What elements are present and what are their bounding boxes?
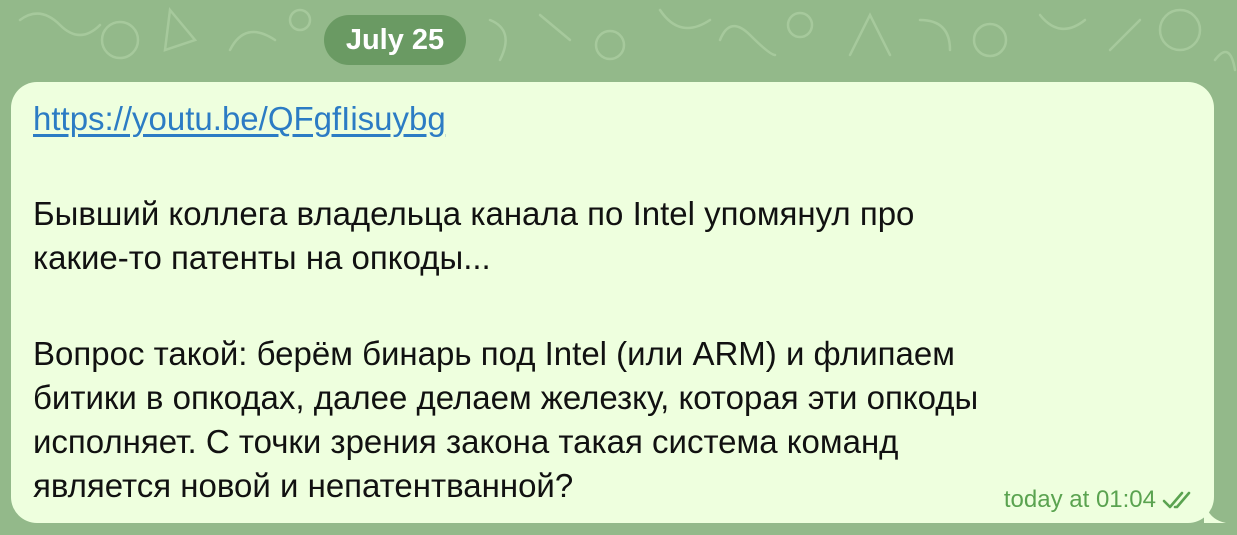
message-line: Вопрос такой: берём бинарь под Intel (ил… — [33, 335, 955, 372]
message-line: исполняет. С точки зрения закона такая с… — [33, 423, 899, 460]
message-meta: today at 01:04 — [1004, 485, 1198, 515]
youtube-link[interactable]: https://youtu.be/QFgfIisuybg — [33, 98, 446, 140]
date-separator: July 25 — [324, 15, 466, 65]
double-check-icon — [1162, 491, 1191, 509]
message-bubble[interactable]: https://youtu.be/QFgfIisuybg Бывший колл… — [11, 82, 1214, 523]
bubble-tail — [1204, 497, 1226, 523]
message-line: Бывший коллега владельца канала по Intel… — [33, 195, 915, 232]
message-line: битики в опкодах, далее делаем железку, … — [33, 379, 979, 416]
message-paragraph-2: Вопрос такой: берём бинарь под Intel (ил… — [33, 332, 1193, 508]
message-paragraph-1: Бывший коллега владельца канала по Intel… — [33, 192, 1193, 280]
chat-window: { "date_separator": "July 25", "message"… — [0, 0, 1237, 535]
message-timestamp: today at 01:04 — [1003, 486, 1156, 513]
message-line: какие-то патенты на опкоды... — [33, 239, 491, 276]
